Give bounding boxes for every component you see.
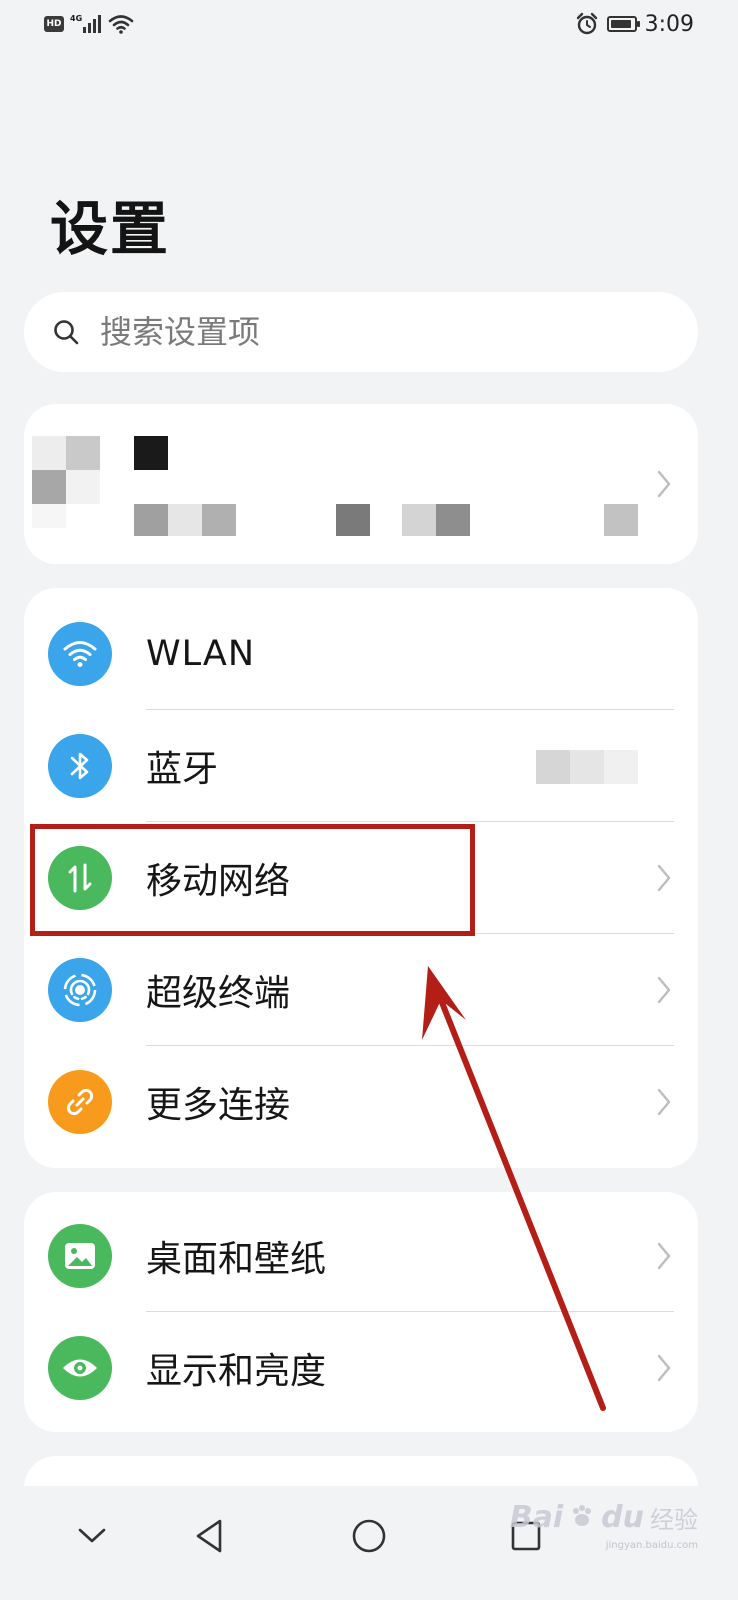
status-time: 3:09 [644, 11, 694, 37]
watermark-brand-suffix: du [601, 1500, 644, 1535]
settings-item-label: 更多连接 [146, 1085, 291, 1126]
settings-item-display[interactable]: 显示和亮度 [24, 1312, 698, 1424]
wifi-icon [48, 622, 112, 686]
battery-level [610, 20, 632, 28]
settings-item-label: 蓝牙 [146, 749, 219, 790]
settings-item-label: 显示和亮度 [146, 1351, 327, 1392]
search-bar[interactable] [24, 292, 698, 372]
account-card[interactable] [24, 404, 698, 564]
chevron-right-icon [657, 1242, 671, 1270]
watermark-sub: 经验 [650, 1506, 698, 1534]
hd-badge: HD [44, 16, 64, 32]
chevron-right-icon [657, 470, 671, 498]
home-icon[interactable] [339, 1506, 399, 1566]
wallpaper-icon [48, 1224, 112, 1288]
settings-item-super-device[interactable]: 超级终端 [24, 934, 698, 1046]
settings-item-bluetooth[interactable]: 蓝牙 [24, 710, 698, 822]
status-bar-right: 3:09 [575, 10, 694, 38]
search-input[interactable] [98, 312, 622, 352]
back-icon[interactable] [180, 1506, 240, 1566]
settings-item-label: 桌面和壁纸 [146, 1239, 327, 1280]
status-bar-left: HD 4G [44, 12, 134, 36]
settings-item-label: 超级终端 [146, 973, 291, 1014]
page-title: 设置 [50, 195, 171, 263]
paw-icon [573, 1505, 592, 1526]
settings-item-wlan[interactable]: WLAN [24, 598, 698, 710]
collapse-icon[interactable] [62, 1506, 122, 1566]
chevron-right-icon [657, 1088, 671, 1116]
signal-icon [83, 15, 102, 33]
battery-icon [606, 16, 640, 32]
network-type-label: 4G [70, 13, 83, 23]
settings-item-label: WLAN [146, 634, 256, 674]
watermark-url: jingyan.baidu.com [605, 1540, 698, 1551]
baidu-watermark: Bai du 经验 jingyan.baidu.com [509, 1500, 698, 1551]
chevron-right-icon [657, 976, 671, 1004]
chevron-right-icon [657, 1354, 671, 1382]
bluetooth-icon [48, 734, 112, 798]
alarm-icon [576, 12, 597, 35]
settings-item-more-connections[interactable]: 更多连接 [24, 1046, 698, 1158]
chevron-right-icon [657, 864, 671, 892]
annotation-highlight-box [30, 824, 475, 936]
watermark-brand: Bai [509, 1500, 564, 1535]
settings-item-wallpaper[interactable]: 桌面和壁纸 [24, 1200, 698, 1312]
super-device-icon [48, 958, 112, 1022]
link-icon [48, 1070, 112, 1134]
eye-icon [48, 1336, 112, 1400]
wifi-icon [108, 15, 134, 34]
display-group: 桌面和壁纸 显示和亮度 [24, 1192, 698, 1432]
search-icon [54, 320, 79, 345]
